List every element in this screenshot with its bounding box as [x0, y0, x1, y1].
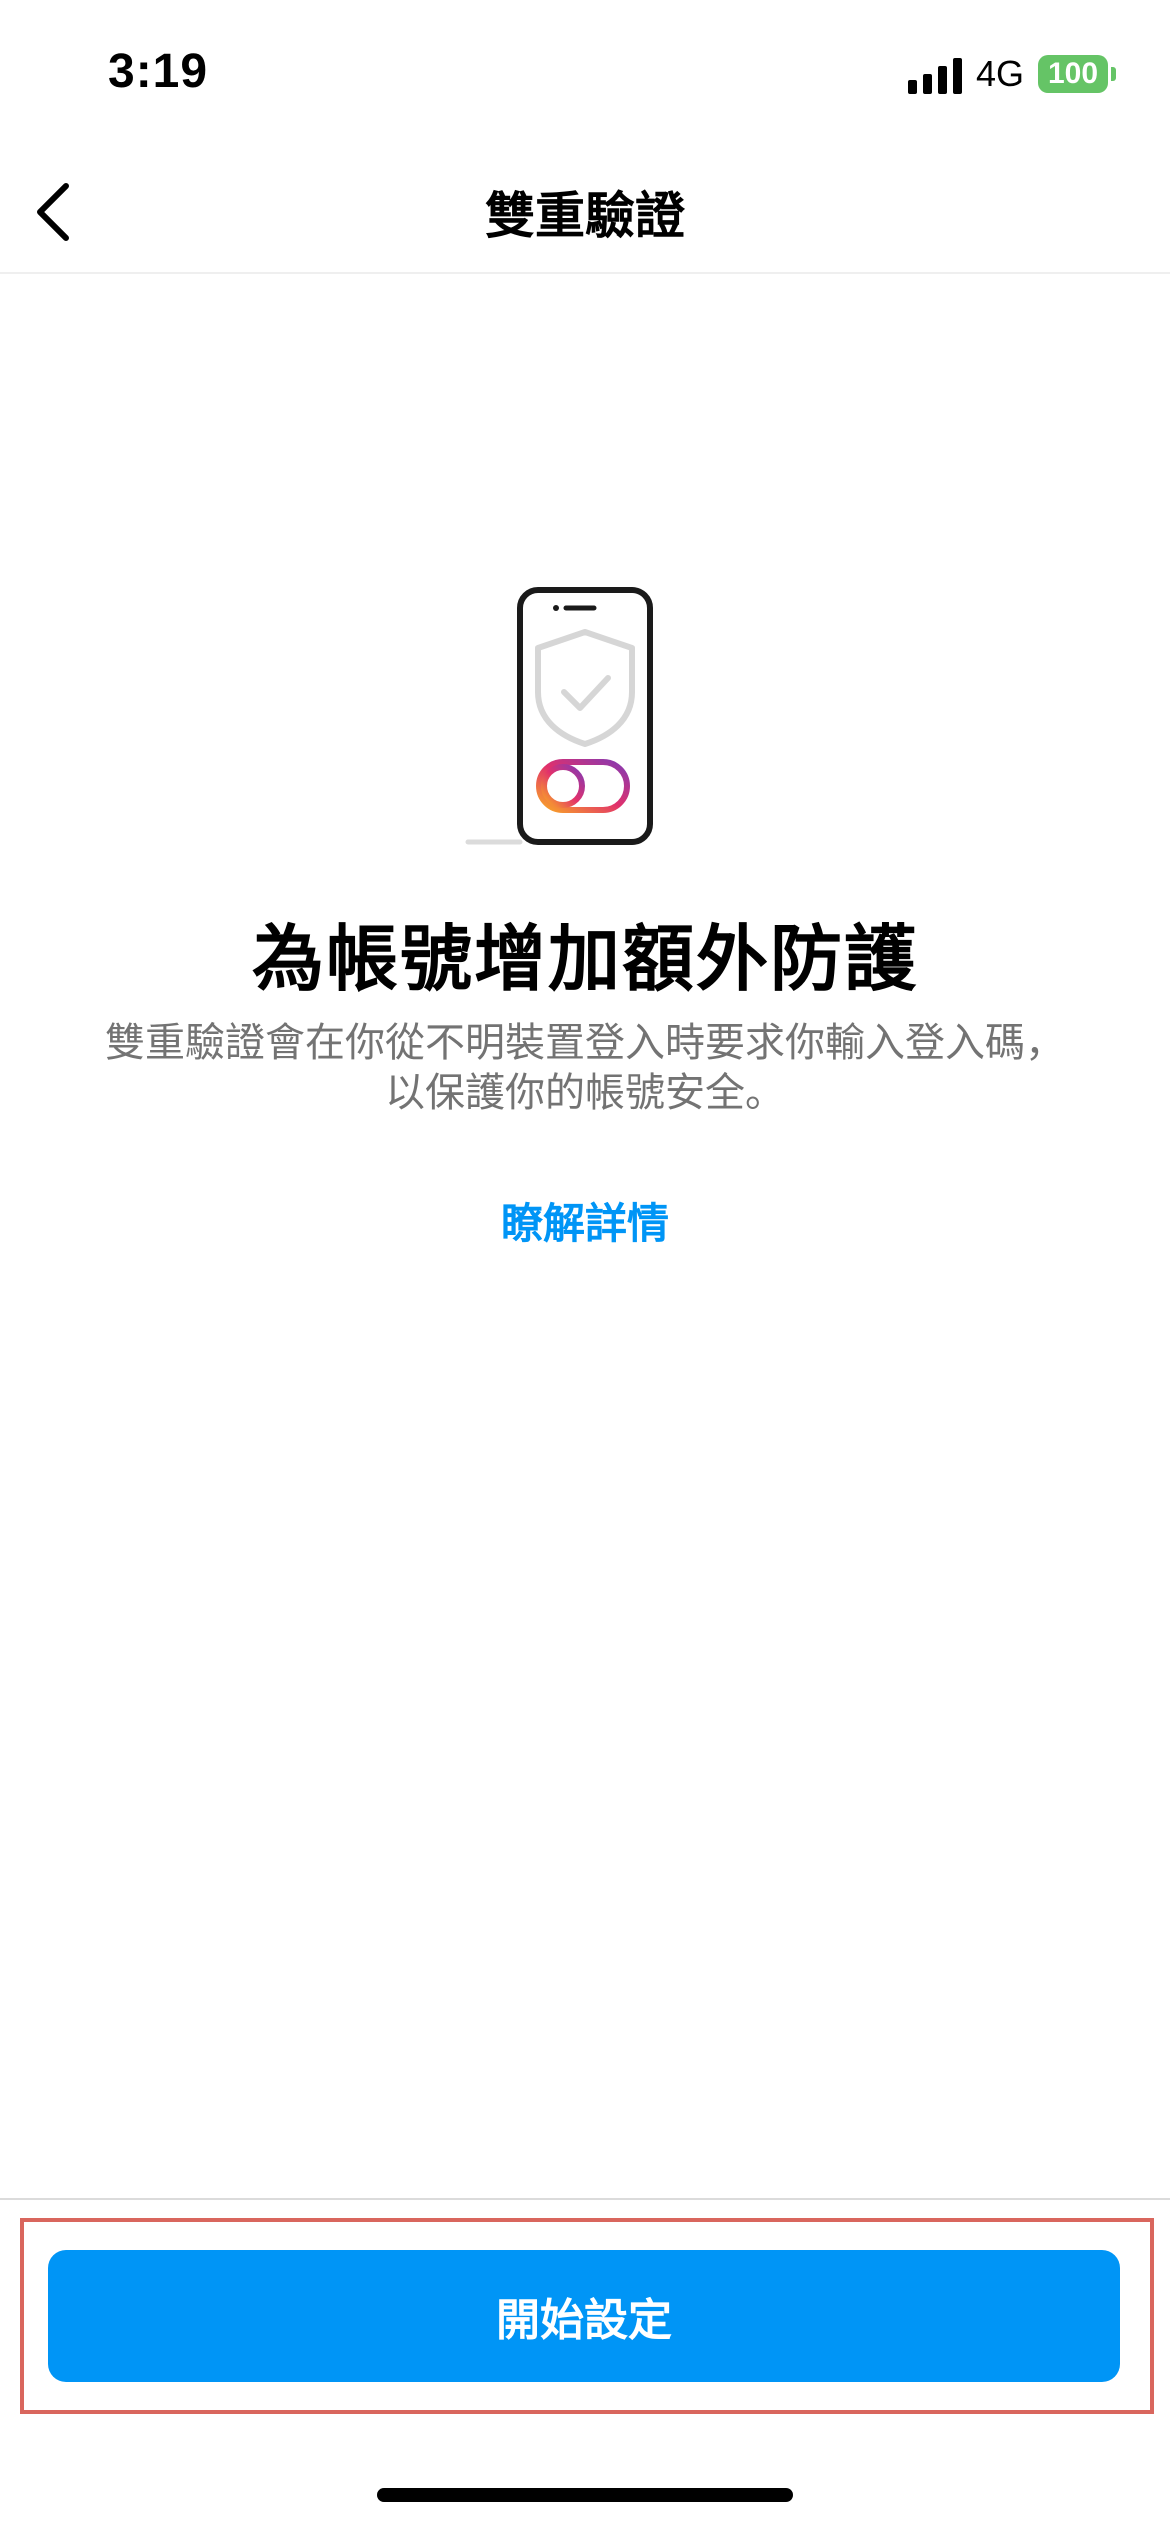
nav-bar: 雙重驗證	[0, 150, 1170, 274]
battery-level: 100	[1038, 55, 1108, 93]
status-bar: 3:19 4G 100	[0, 0, 1170, 150]
headline: 為帳號增加額外防護	[251, 917, 918, 1001]
footer-divider	[0, 2198, 1170, 2200]
status-time: 3:19	[108, 45, 209, 98]
start-setup-button[interactable]: 開始設定	[48, 2250, 1120, 2382]
screen: 3:19 4G 100 雙重驗證 為帳號增加額外防護 雙重驗證會在你從不明裝置登…	[0, 0, 1170, 2532]
learn-more-link[interactable]: 瞭解詳情	[0, 1190, 1170, 1251]
signal-icon	[907, 54, 962, 94]
battery-icon: 100	[1038, 55, 1116, 93]
home-indicator[interactable]	[377, 2488, 793, 2502]
network-type: 4G	[975, 53, 1024, 94]
phone-shield-toggle-icon	[460, 580, 680, 850]
status-indicators: 4G 100	[907, 50, 1116, 98]
battery-tip	[1111, 67, 1116, 81]
description-text: 雙重驗證會在你從不明裝置登入時要求你輸入登入碼，以保護你的帳號安全。	[105, 1020, 1065, 1116]
page-title: 雙重驗證	[485, 187, 685, 245]
